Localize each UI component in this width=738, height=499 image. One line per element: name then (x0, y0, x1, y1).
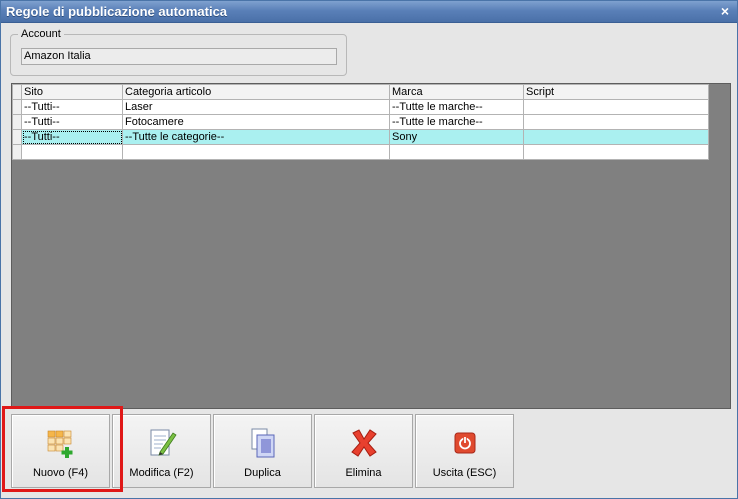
modifica-label: Modifica (F2) (129, 467, 194, 479)
table-row-selected[interactable]: --Tutti-- --Tutte le categorie-- Sony (12, 129, 709, 145)
cell-sito[interactable]: --Tutti-- (21, 114, 123, 130)
account-field: Amazon Italia (21, 48, 337, 65)
edit-document-pencil-icon (150, 429, 177, 456)
cell-categoria[interactable]: Laser (122, 99, 390, 115)
cell-sito[interactable]: --Tutti-- (21, 99, 123, 115)
cell-marca[interactable]: --Tutte le marche-- (389, 114, 524, 130)
nuovo-label: Nuovo (F4) (32, 467, 89, 479)
table-row[interactable]: --Tutti-- Laser --Tutte le marche-- (12, 99, 709, 115)
table-row-new[interactable] (12, 144, 709, 160)
title-bar[interactable]: Regole di pubblicazione automatica × (1, 1, 737, 23)
row-header[interactable] (12, 144, 22, 160)
row-header-corner (12, 84, 22, 100)
duplica-button[interactable]: Duplica (213, 414, 312, 488)
window-title: Regole di pubblicazione automatica (6, 4, 228, 19)
cell-categoria[interactable] (122, 144, 390, 160)
new-grid-plus-icon (47, 430, 72, 458)
nuovo-button[interactable]: Nuovo (F4) (11, 414, 110, 488)
delete-x-icon (350, 429, 377, 457)
cell-marca[interactable] (389, 144, 524, 160)
duplica-label: Duplica (244, 467, 281, 479)
row-header[interactable] (12, 114, 22, 130)
cell-marca[interactable]: Sony (389, 129, 524, 145)
elimina-label: Elimina (345, 467, 382, 479)
account-legend: Account (18, 28, 64, 40)
close-icon[interactable]: × (721, 3, 729, 19)
grid-header-row: Sito Categoria articolo Marca Script (12, 84, 709, 100)
cell-categoria[interactable]: Fotocamere (122, 114, 390, 130)
row-header[interactable] (12, 99, 22, 115)
uscita-label: Uscita (ESC) (432, 467, 497, 479)
cell-script[interactable] (523, 99, 709, 115)
dialog-window: Regole di pubblicazione automatica × Acc… (0, 0, 738, 499)
row-header[interactable] (12, 129, 22, 145)
cell-marca[interactable]: --Tutte le marche-- (389, 99, 524, 115)
account-groupbox: Account Amazon Italia (10, 28, 347, 76)
cell-categoria[interactable]: --Tutte le categorie-- (122, 129, 390, 145)
uscita-button[interactable]: Uscita (ESC) (415, 414, 514, 488)
column-header-marca[interactable]: Marca (389, 84, 524, 100)
rules-grid[interactable]: Sito Categoria articolo Marca Script --T… (11, 83, 731, 409)
cell-sito[interactable]: --Tutti-- (21, 129, 123, 145)
cell-script[interactable] (523, 129, 709, 145)
column-header-script[interactable]: Script (523, 84, 709, 100)
elimina-button[interactable]: Elimina (314, 414, 413, 488)
modifica-button[interactable]: Modifica (F2) (112, 414, 211, 488)
column-header-categoria[interactable]: Categoria articolo (122, 84, 390, 100)
table-row[interactable]: --Tutti-- Fotocamere --Tutte le marche-- (12, 114, 709, 130)
cell-sito[interactable] (21, 144, 123, 160)
cell-script[interactable] (523, 114, 709, 130)
duplicate-documents-icon (251, 428, 274, 458)
cell-script[interactable] (523, 144, 709, 160)
exit-power-icon (454, 432, 475, 454)
column-header-sito[interactable]: Sito (21, 84, 123, 100)
rules-table[interactable]: Sito Categoria articolo Marca Script --T… (12, 84, 709, 160)
